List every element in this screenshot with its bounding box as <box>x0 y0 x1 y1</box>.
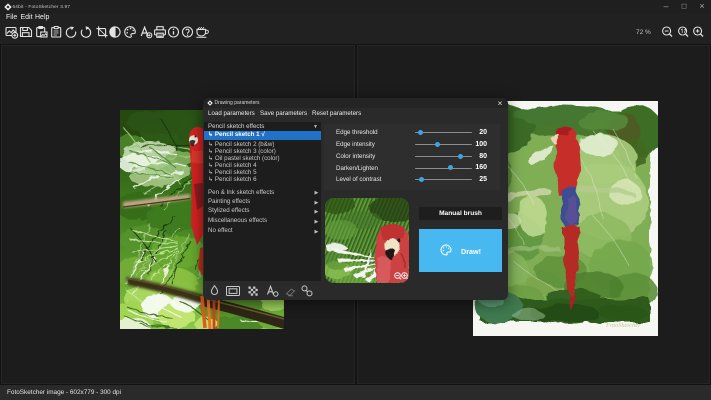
svg-text:FotoSketcher: FotoSketcher <box>605 322 641 329</box>
